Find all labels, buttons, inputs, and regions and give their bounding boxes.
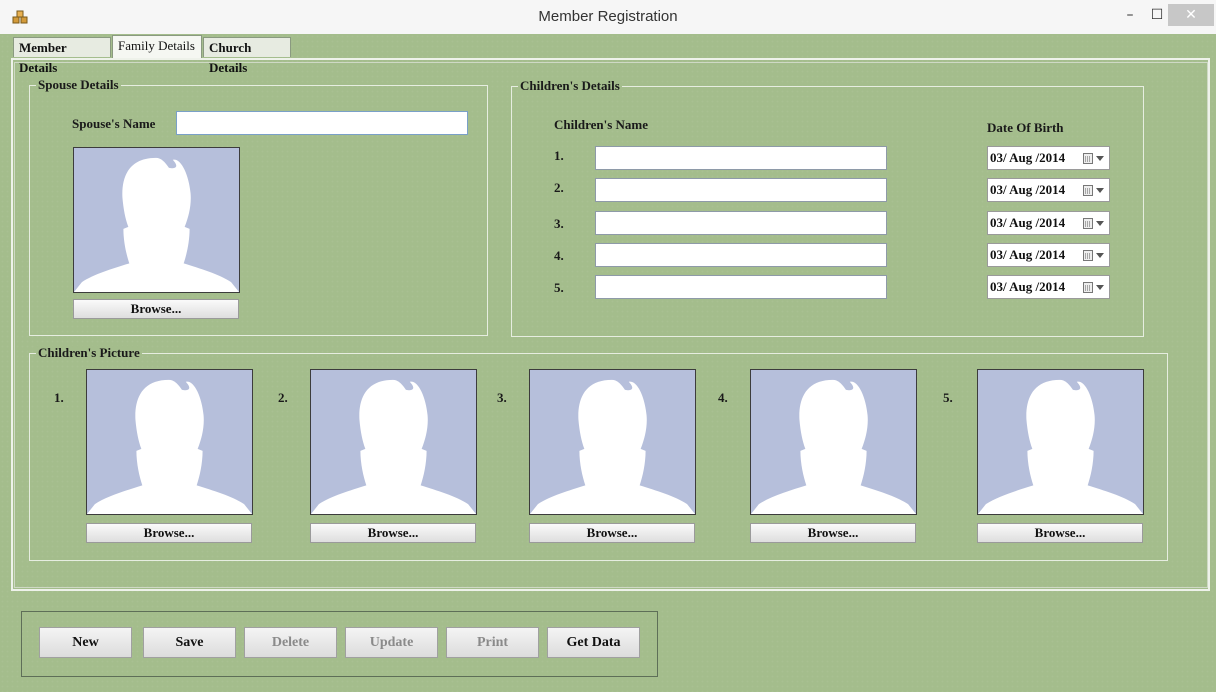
child-photo-4 xyxy=(750,369,917,515)
minimize-button[interactable]: – xyxy=(1115,4,1145,26)
chevron-down-icon[interactable] xyxy=(1096,156,1104,161)
calendar-icon[interactable] xyxy=(1083,185,1093,196)
chevron-down-icon[interactable] xyxy=(1096,221,1104,226)
child-photo-1 xyxy=(86,369,253,515)
child-photo-5 xyxy=(977,369,1144,515)
spouse-name-input[interactable] xyxy=(176,111,468,135)
child-photo-2 xyxy=(310,369,477,515)
tab-church-details[interactable]: Church Details xyxy=(203,37,291,75)
calendar-icon[interactable] xyxy=(1083,282,1093,293)
tab-family-details[interactable]: Family Details xyxy=(112,35,202,58)
chevron-down-icon[interactable] xyxy=(1096,253,1104,258)
child-name-input-2[interactable] xyxy=(595,178,887,202)
child-dob-picker-5[interactable]: 03/ Aug /2014 xyxy=(987,275,1110,299)
childrens-details-title: Children's Details xyxy=(518,78,622,93)
update-button[interactable]: Update xyxy=(345,627,438,658)
person-silhouette-icon xyxy=(74,157,239,292)
child-picture-number: 4. xyxy=(718,390,728,405)
childrens-picture-title: Children's Picture xyxy=(36,345,142,360)
person-silhouette-icon xyxy=(530,379,695,514)
print-button[interactable]: Print xyxy=(446,627,539,658)
calendar-icon[interactable] xyxy=(1083,218,1093,229)
child-dob-value: 03/ Aug /2014 xyxy=(990,247,1066,262)
window-title: Member Registration xyxy=(538,8,678,25)
childrens-name-header: Children's Name xyxy=(554,117,649,132)
spouse-name-label: Spouse's Name xyxy=(72,116,156,131)
child-picture-number: 1. xyxy=(54,390,64,405)
spouse-browse-button[interactable]: Browse... xyxy=(73,299,239,319)
child-browse-button-3[interactable]: Browse... xyxy=(529,523,695,543)
child-dob-picker-4[interactable]: 03/ Aug /2014 xyxy=(987,243,1110,267)
spouse-photo xyxy=(73,147,240,293)
child-dob-picker-2[interactable]: 03/ Aug /2014 xyxy=(987,178,1110,202)
child-dob-value: 03/ Aug /2014 xyxy=(990,182,1066,197)
child-picture-number: 3. xyxy=(497,390,507,405)
child-name-input-5[interactable] xyxy=(595,275,887,299)
child-browse-button-5[interactable]: Browse... xyxy=(977,523,1143,543)
child-dob-value: 03/ Aug /2014 xyxy=(990,279,1066,294)
child-browse-button-4[interactable]: Browse... xyxy=(750,523,916,543)
get-data-button[interactable]: Get Data xyxy=(547,627,640,658)
child-row-number: 5. xyxy=(554,280,564,295)
save-button[interactable]: Save xyxy=(143,627,236,658)
child-dob-picker-1[interactable]: 03/ Aug /2014 xyxy=(987,146,1110,170)
child-row-number: 1. xyxy=(554,148,564,163)
person-silhouette-icon xyxy=(978,379,1143,514)
child-dob-value: 03/ Aug /2014 xyxy=(990,215,1066,230)
child-picture-number: 2. xyxy=(278,390,288,405)
person-silhouette-icon xyxy=(751,379,916,514)
person-silhouette-icon xyxy=(87,379,252,514)
child-row-number: 3. xyxy=(554,216,564,231)
calendar-icon[interactable] xyxy=(1083,250,1093,261)
child-dob-picker-3[interactable]: 03/ Aug /2014 xyxy=(987,211,1110,235)
person-silhouette-icon xyxy=(311,379,476,514)
date-of-birth-header: Date Of Birth xyxy=(987,120,1064,135)
child-name-input-3[interactable] xyxy=(595,211,887,235)
tab-member-details[interactable]: Member Details xyxy=(13,37,111,75)
chevron-down-icon[interactable] xyxy=(1096,188,1104,193)
close-button[interactable]: ✕ xyxy=(1168,4,1214,26)
child-browse-button-1[interactable]: Browse... xyxy=(86,523,252,543)
child-name-input-4[interactable] xyxy=(595,243,887,267)
child-row-number: 4. xyxy=(554,248,564,263)
child-browse-button-2[interactable]: Browse... xyxy=(310,523,476,543)
child-name-input-1[interactable] xyxy=(595,146,887,170)
new-button[interactable]: New xyxy=(39,627,132,658)
calendar-icon[interactable] xyxy=(1083,153,1093,164)
chevron-down-icon[interactable] xyxy=(1096,285,1104,290)
child-picture-number: 5. xyxy=(943,390,953,405)
spouse-details-title: Spouse Details xyxy=(36,77,121,92)
child-photo-3 xyxy=(529,369,696,515)
child-row-number: 2. xyxy=(554,180,564,195)
child-dob-value: 03/ Aug /2014 xyxy=(990,150,1066,165)
delete-button[interactable]: Delete xyxy=(244,627,337,658)
